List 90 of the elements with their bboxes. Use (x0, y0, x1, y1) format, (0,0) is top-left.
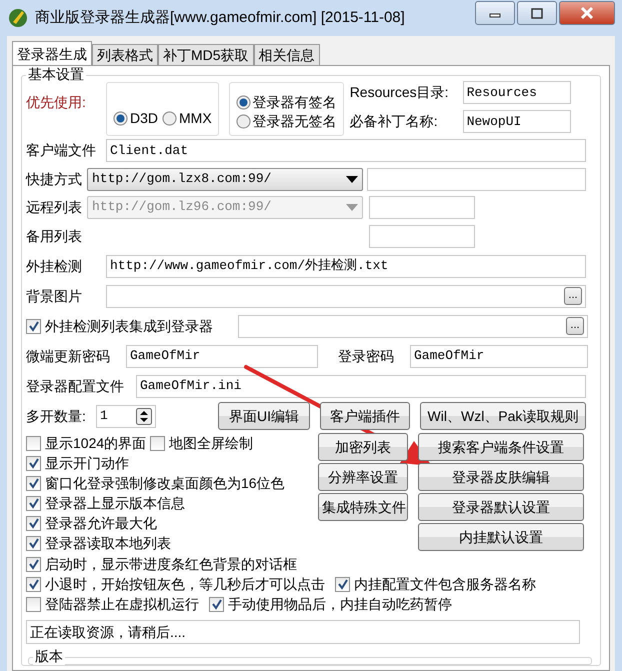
text-field[interactable]: GameOfMir (410, 344, 588, 368)
group-title: 版本 (33, 647, 65, 665)
minimize-button[interactable] (475, 1, 515, 25)
checkbox-label[interactable]: 登录器允许最大化 (45, 512, 157, 534)
status-field: 正在读取资源，请稍后.... (26, 620, 580, 644)
radio-label[interactable]: MMX (179, 108, 212, 128)
spin-field[interactable]: 1 (96, 404, 156, 428)
radio-label[interactable]: D3D (130, 108, 158, 128)
tab[interactable]: 登录器生成 (12, 41, 92, 65)
text-field[interactable] (369, 196, 475, 218)
radio-label[interactable]: 登录器有签名 (252, 93, 337, 112)
action-button[interactable]: 搜索客户端条件设置 (418, 433, 584, 461)
checkbox[interactable] (26, 318, 41, 334)
checkbox[interactable] (26, 596, 41, 612)
field-label: 远程列表 (26, 198, 83, 216)
action-button[interactable]: 客户端插件 (320, 402, 410, 430)
field-label: 优先使用: (26, 93, 87, 112)
field-label: 多开数量: (26, 406, 87, 426)
text-field[interactable]: Resources (462, 81, 571, 104)
app-icon (7, 7, 29, 29)
tab[interactable]: 相关信息 (254, 44, 320, 65)
action-button[interactable]: 内挂默认设置 (418, 523, 584, 551)
action-button[interactable]: 分辨率设置 (318, 463, 408, 491)
field-label: 快捷方式 (26, 170, 83, 188)
caret-icon (346, 204, 358, 210)
action-button[interactable]: 集成特殊文件 (318, 493, 408, 521)
field-label: 背景图片 (26, 286, 83, 306)
checkbox[interactable] (26, 456, 41, 470)
caret-icon (346, 176, 358, 182)
checkbox[interactable] (335, 576, 350, 592)
radio-button[interactable] (162, 110, 178, 126)
text-field[interactable] (367, 168, 586, 190)
checkbox-label[interactable]: 登录器上显示版本信息 (45, 492, 185, 514)
checkbox[interactable] (26, 496, 41, 510)
field-label: 客户端文件 (26, 141, 97, 160)
text-field[interactable]: http://www.gameofmir.com/外挂检测.txt (106, 254, 586, 278)
action-button[interactable]: 加密列表 (318, 433, 408, 461)
close-button[interactable] (559, 1, 615, 25)
checkbox-label[interactable]: 启动时，显示带进度条红色背景的对话框 (45, 554, 297, 574)
checkbox-label[interactable]: 地图全屏绘制 (169, 432, 254, 454)
text-field[interactable]: GameOfMir.ini (136, 374, 586, 398)
checkbox-label[interactable]: 显示1024的界面 (45, 432, 146, 454)
field-label: 备用列表 (26, 226, 83, 246)
radio-button[interactable] (236, 95, 251, 110)
checkbox[interactable] (26, 476, 41, 490)
checkbox-label[interactable]: 内挂配置文件包含服务器名称 (354, 574, 536, 594)
checkbox[interactable] (26, 556, 41, 572)
text-field[interactable]: NewopUI (462, 110, 571, 133)
field-label: 微端更新密码 (26, 346, 111, 366)
text-field[interactable]: GameOfMir (126, 344, 318, 368)
checkbox[interactable] (26, 436, 41, 450)
action-button[interactable]: 界面UI编辑 (218, 402, 310, 430)
text-field[interactable]: ... (238, 314, 588, 338)
checkbox-label[interactable]: 登录器读取本地列表 (45, 532, 171, 554)
checkbox[interactable] (150, 436, 166, 450)
window-title: 商业版登录器生成器[www.gameofmir.com] [2015-11-08] (35, 8, 405, 28)
text-field[interactable]: Client.dat (106, 139, 586, 162)
field-label: 登录器配置文件 (26, 376, 125, 396)
checkbox[interactable] (26, 576, 41, 592)
tab[interactable]: 补丁MD5获取 (158, 44, 254, 65)
text-field[interactable]: ... (106, 284, 586, 308)
checkbox-label[interactable]: 登陆器禁止在虚拟机运行 (45, 594, 199, 614)
tab[interactable]: 列表格式 (92, 44, 158, 65)
maximize-icon (531, 8, 543, 18)
checkbox[interactable] (209, 596, 224, 612)
radio-label[interactable]: 登录器无签名 (252, 112, 337, 131)
radio-button[interactable] (236, 114, 251, 129)
action-button[interactable]: 登录器皮肤编辑 (418, 463, 584, 491)
checkbox-label[interactable]: 外挂检测列表集成到登录器 (45, 316, 213, 336)
checkbox-label[interactable]: 手动使用物品后，内挂自动吃药暂停 (228, 594, 452, 614)
action-button[interactable]: Wil、Wzl、Pak读取规则 (420, 402, 586, 430)
field-label: 登录密码 (338, 346, 395, 366)
group-title: 基本设置 (26, 66, 86, 83)
field-label: 必备补丁名称: (350, 112, 439, 131)
browse-button[interactable]: ... (564, 287, 582, 305)
action-button[interactable]: 登录器默认设置 (418, 493, 584, 521)
radio-button[interactable] (113, 110, 128, 126)
checkbox-label[interactable]: 显示开门动作 (45, 452, 129, 474)
close-icon (580, 6, 594, 20)
checkbox[interactable] (26, 516, 41, 530)
browse-button[interactable]: ... (566, 317, 584, 335)
checkbox[interactable] (26, 536, 41, 550)
checkbox-label[interactable]: 小退时，开始按钮灰色，等几秒后才可以点击 (45, 574, 325, 594)
checkbox-label[interactable]: 窗口化登录强制修改桌面颜色为16位色 (45, 472, 285, 494)
maximize-button[interactable] (517, 1, 557, 25)
dropdown[interactable]: http://gom.lzx8.com:99/ (87, 168, 363, 190)
field-label: 外挂检测 (26, 256, 83, 276)
spin-arrows-icon (136, 408, 152, 424)
text-field[interactable] (369, 224, 475, 248)
field-label: Resources目录: (350, 83, 450, 102)
